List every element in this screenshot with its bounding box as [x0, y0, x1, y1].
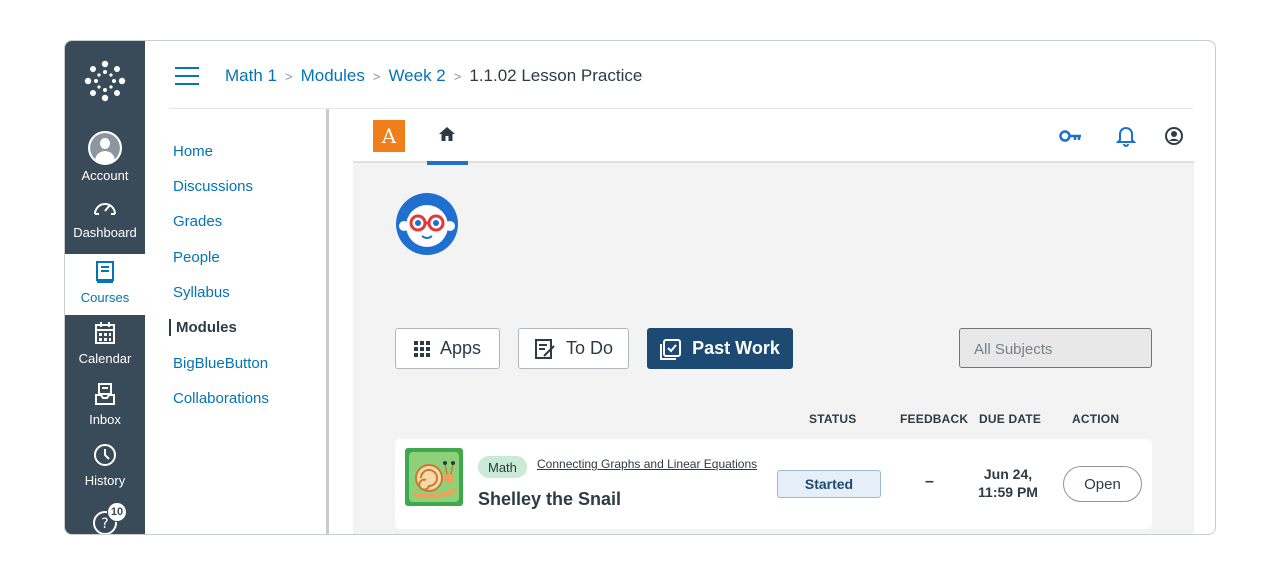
global-nav-courses[interactable]: Courses — [65, 254, 145, 315]
breadcrumb-separator: > — [453, 68, 462, 84]
column-header-action: ACTION — [1072, 412, 1120, 426]
canvas-logo-icon[interactable] — [65, 41, 145, 121]
robot-mascot-icon — [396, 193, 458, 255]
course-nav-home[interactable]: Home — [173, 143, 213, 160]
global-nav-history[interactable]: History — [65, 437, 145, 498]
app-panel: A Apps To Do Past Work All Subjects STAT… — [353, 109, 1194, 534]
key-icon[interactable] — [1059, 124, 1083, 148]
bell-icon[interactable] — [1114, 124, 1138, 148]
clock-icon — [93, 443, 117, 470]
canvas-frame: Account Dashboard Courses Calendar Inbox — [64, 40, 1216, 535]
feedback-value: – — [925, 473, 934, 490]
breadcrumb-separator: > — [284, 68, 293, 84]
breadcrumb-current: 1.1.02 Lesson Practice — [469, 66, 643, 85]
hamburger-menu-icon[interactable] — [175, 67, 199, 85]
global-nav-label: Account — [81, 168, 129, 183]
breadcrumb: Math 1 > Modules > Week 2 > 1.1.02 Lesso… — [225, 66, 642, 86]
grid-icon — [413, 340, 430, 357]
svg-text:?: ? — [101, 516, 108, 532]
subject-tag: Math — [478, 456, 527, 478]
course-nav-collaborations[interactable]: Collaborations — [173, 390, 269, 407]
checkbox-stack-icon — [660, 338, 682, 360]
calendar-icon — [94, 321, 116, 348]
column-header-status: STATUS — [809, 412, 857, 426]
course-nav-syllabus[interactable]: Syllabus — [173, 284, 230, 301]
assignment-card: Math Connecting Graphs and Linear Equati… — [395, 439, 1152, 529]
todo-button-label: To Do — [565, 338, 614, 358]
due-date-day: Jun 24, — [983, 466, 1033, 482]
course-nav-divider — [326, 109, 329, 534]
past-work-button[interactable]: Past Work — [647, 328, 793, 369]
subject-filter-select[interactable]: All Subjects — [959, 328, 1152, 368]
course-nav-modules[interactable]: Modules — [169, 319, 237, 336]
due-date-time: 11:59 PM — [978, 484, 1038, 500]
apps-button[interactable]: Apps — [395, 328, 500, 369]
home-icon — [438, 125, 456, 148]
global-nav-account[interactable]: Account — [65, 125, 145, 186]
home-tab[interactable] — [427, 109, 468, 165]
global-nav-label: Dashboard — [73, 225, 137, 240]
checklist-edit-icon — [534, 338, 556, 360]
breadcrumb-link-course[interactable]: Math 1 — [225, 66, 277, 86]
global-nav-inbox[interactable]: Inbox — [65, 376, 145, 437]
todo-button[interactable]: To Do — [518, 328, 629, 369]
breadcrumb-link-modules[interactable]: Modules — [301, 66, 365, 86]
global-nav-label: History — [84, 473, 126, 488]
breadcrumb-link-week[interactable]: Week 2 — [388, 66, 445, 86]
due-date: Jun 24, 11:59 PM — [971, 465, 1045, 501]
course-nav-bigbluebutton[interactable]: BigBlueButton — [173, 355, 268, 372]
apps-button-label: Apps — [439, 338, 482, 358]
past-work-button-label: Past Work — [692, 338, 780, 358]
global-nav-label: Calendar — [78, 351, 132, 366]
snail-thumbnail-icon — [405, 448, 463, 506]
user-avatar-icon — [88, 131, 122, 165]
dashboard-icon — [92, 197, 118, 222]
profile-icon[interactable] — [1162, 124, 1186, 148]
open-button[interactable]: Open — [1063, 466, 1142, 502]
global-nav-label: Courses — [80, 290, 130, 305]
course-nav-grades[interactable]: Grades — [173, 213, 222, 230]
course-nav-discussions[interactable]: Discussions — [173, 178, 253, 195]
lesson-link[interactable]: Connecting Graphs and Linear Equations — [537, 457, 757, 471]
global-nav-help[interactable]: ? 10 — [65, 496, 145, 534]
courses-book-icon — [95, 260, 115, 287]
app-top-bar: A — [353, 109, 1194, 165]
assignment-title: Shelley the Snail — [478, 489, 622, 509]
course-nav-people[interactable]: People — [173, 249, 220, 266]
status-badge: Started — [777, 470, 881, 498]
course-navigation: Home Discussions Grades People Syllabus … — [169, 109, 329, 534]
app-logo[interactable]: A — [373, 120, 405, 152]
column-header-feedback: FEEDBACK — [900, 412, 969, 426]
global-navigation: Account Dashboard Courses Calendar Inbox — [65, 41, 145, 534]
breadcrumb-separator: > — [372, 68, 381, 84]
column-header-due-date: DUE DATE — [979, 412, 1042, 426]
global-nav-dashboard[interactable]: Dashboard — [65, 191, 145, 252]
global-nav-label: Inbox — [89, 412, 121, 427]
inbox-icon — [94, 382, 116, 409]
global-nav-calendar[interactable]: Calendar — [65, 315, 145, 376]
help-notification-badge: 10 — [107, 502, 127, 522]
